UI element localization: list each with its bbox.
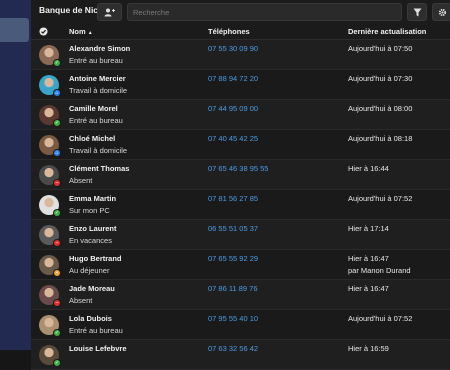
person-status: Absent: [69, 176, 93, 185]
sidebar-item-active[interactable]: [0, 18, 29, 42]
last-updated: Hier à 16:47: [348, 284, 389, 293]
last-updated: Hier à 17:14: [348, 224, 389, 233]
person-name: Emma Martin: [69, 194, 117, 203]
person-name: Alexandre Simon: [69, 44, 131, 53]
table-row[interactable]: ✓ Camille Morel Entré au bureau 07 44 95 09…: [31, 100, 450, 130]
avatar[interactable]: ✓: [39, 345, 61, 367]
person-status: Absent: [69, 296, 93, 305]
table-row[interactable]: – Enzo Laurent En vacances 06 55 51 05 37 Hi…: [31, 220, 450, 250]
last-updated: Aujourd'hui à 07:52: [348, 314, 413, 323]
status-badge-icon: –: [53, 239, 61, 247]
status-badge-icon: ✓: [53, 119, 61, 127]
status-badge-icon: ✓: [53, 359, 61, 367]
person-name: Enzo Laurent: [69, 224, 117, 233]
filter-icon: [413, 8, 421, 16]
updated-by: par Manon Durand: [348, 266, 411, 275]
person-status: Au déjeuner: [69, 266, 110, 275]
status-badge-icon: –: [53, 299, 61, 307]
table-row[interactable]: – Clément Thomas Absent 07 65 46 38 95 55 Hi…: [31, 160, 450, 190]
status-badge-icon: ✓: [53, 59, 61, 67]
avatar[interactable]: ✓: [39, 195, 61, 217]
avatar[interactable]: –: [39, 165, 61, 187]
column-header-name[interactable]: Nom ▲: [69, 27, 93, 36]
person-status: Sur mon PC: [69, 206, 110, 215]
person-status: Entré au bureau: [69, 56, 123, 65]
phone-link[interactable]: 07 40 45 42 25: [208, 134, 258, 143]
table-row[interactable]: ⌂ Chloé Michel Travail à domicile 07 40 45 …: [31, 130, 450, 160]
avatar[interactable]: ⌂: [39, 75, 61, 97]
phone-link[interactable]: 07 44 95 09 00: [208, 104, 258, 113]
last-updated: Hier à 16:47: [348, 254, 389, 263]
column-header-name-label: Nom: [69, 27, 86, 36]
person-name: Chloé Michel: [69, 134, 116, 143]
phone-link[interactable]: 06 55 51 05 37: [208, 224, 258, 233]
filter-button[interactable]: [407, 3, 427, 21]
sidebar: [0, 0, 31, 350]
avatar[interactable]: ✓: [39, 315, 61, 337]
page-title: Banque de Nice: [39, 5, 103, 15]
sort-asc-icon: ▲: [87, 30, 93, 36]
last-updated: Aujourd'hui à 08:00: [348, 104, 413, 113]
table-row[interactable]: – Jade Moreau Absent 07 86 11 89 76 Hier à 1…: [31, 280, 450, 310]
last-updated: Aujourd'hui à 07:50: [348, 44, 413, 53]
status-badge-icon: •: [53, 269, 61, 277]
phone-link[interactable]: 07 81 56 27 85: [208, 194, 258, 203]
avatar[interactable]: ⌂: [39, 135, 61, 157]
last-updated: Aujourd'hui à 07:52: [348, 194, 413, 203]
phone-link[interactable]: 07 65 55 92 29: [208, 254, 258, 263]
person-name: Jade Moreau: [69, 284, 115, 293]
avatar[interactable]: •: [39, 255, 61, 277]
person-status: Entré au bureau: [69, 326, 123, 335]
person-name: Hugo Bertrand: [69, 254, 122, 263]
last-updated: Hier à 16:59: [348, 344, 389, 353]
person-status: Travail à domicile: [69, 86, 128, 95]
phone-link[interactable]: 07 88 94 72 20: [208, 74, 258, 83]
table-row[interactable]: ✓ Louise Lefebvre 07 63 32 56 42 Hier à 16:…: [31, 340, 450, 370]
search-input[interactable]: [127, 3, 402, 21]
select-all-checkbox[interactable]: [39, 27, 48, 36]
add-user-icon: [104, 8, 115, 16]
person-status: En vacances: [69, 236, 112, 245]
phone-link[interactable]: 07 65 46 38 95 55: [208, 164, 268, 173]
status-badge-icon: ⌂: [53, 149, 61, 157]
status-badge-icon: ⌂: [53, 89, 61, 97]
last-updated: Aujourd'hui à 08:18: [348, 134, 413, 143]
settings-button[interactable]: [432, 3, 450, 21]
status-badge-icon: ✓: [53, 209, 61, 217]
last-updated: Hier à 16:44: [348, 164, 389, 173]
person-status: Travail à domicile: [69, 146, 128, 155]
table-row[interactable]: ✓ Alexandre Simon Entré au bureau 07 55 30 …: [31, 40, 450, 70]
table-row[interactable]: ⌂ Antoine Mercier Travail à domicile 07 88 …: [31, 70, 450, 100]
person-name: Camille Morel: [69, 104, 118, 113]
phone-link[interactable]: 07 95 55 40 10: [208, 314, 258, 323]
table-header: Nom ▲ Téléphones Dernière actualisation: [31, 25, 450, 40]
avatar[interactable]: –: [39, 225, 61, 247]
status-badge-icon: ✓: [53, 329, 61, 337]
person-name: Louise Lefebvre: [69, 344, 127, 353]
person-name: Antoine Mercier: [69, 74, 126, 83]
avatar[interactable]: ✓: [39, 105, 61, 127]
column-header-phones[interactable]: Téléphones: [208, 27, 250, 36]
avatar[interactable]: –: [39, 285, 61, 307]
toolbar: Banque de Nice: [31, 0, 450, 25]
avatar[interactable]: ✓: [39, 45, 61, 67]
status-badge-icon: –: [53, 179, 61, 187]
person-name: Clément Thomas: [69, 164, 130, 173]
table-body: ✓ Alexandre Simon Entré au bureau 07 55 30 …: [31, 40, 450, 370]
table-row[interactable]: • Hugo Bertrand Au déjeuner 07 65 55 92 29 H…: [31, 250, 450, 280]
column-header-updated[interactable]: Dernière actualisation: [348, 27, 426, 36]
table-row[interactable]: ✓ Lola Dubois Entré au bureau 07 95 55 40 1…: [31, 310, 450, 340]
add-user-button[interactable]: [97, 3, 122, 21]
gear-icon: [438, 8, 446, 16]
phone-link[interactable]: 07 86 11 89 76: [208, 284, 258, 293]
table-row[interactable]: ✓ Emma Martin Sur mon PC 07 81 56 27 85 Aujo…: [31, 190, 450, 220]
person-name: Lola Dubois: [69, 314, 112, 323]
main-panel: Banque de Nice Nom: [31, 0, 450, 370]
phone-link[interactable]: 07 63 32 56 42: [208, 344, 258, 353]
last-updated: Aujourd'hui à 07:30: [348, 74, 413, 83]
person-status: Entré au bureau: [69, 116, 123, 125]
phone-link[interactable]: 07 55 30 09 90: [208, 44, 258, 53]
